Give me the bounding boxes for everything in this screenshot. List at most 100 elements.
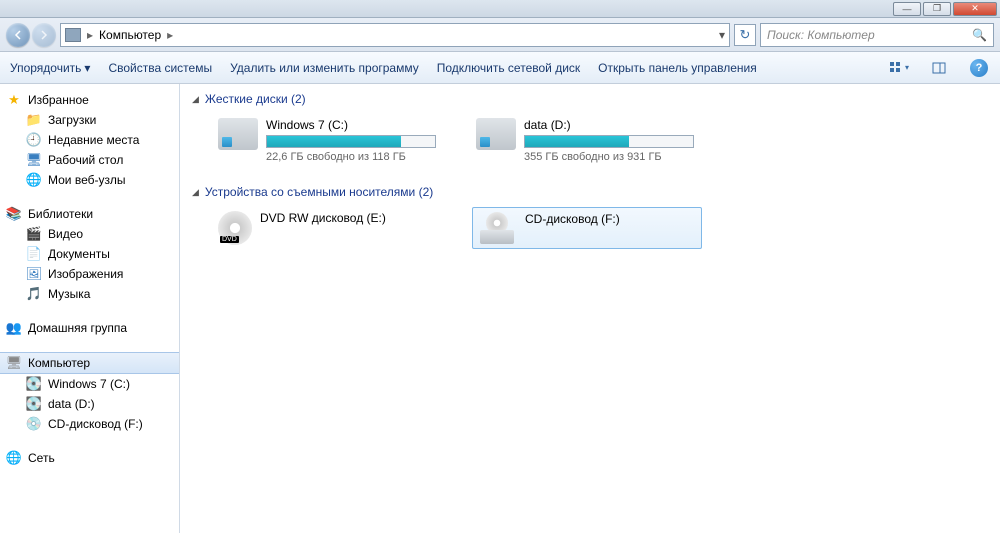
- sidebar-drive-f[interactable]: 💿 CD-дисковод (F:): [0, 414, 179, 434]
- drive-info: CD-дисковод (F:): [525, 212, 697, 229]
- sidebar-libraries-group: 📚Библиотеки 🎬Видео 📄 Документы 🖼 Изображен…: [0, 204, 179, 304]
- view-grid-icon: [889, 61, 903, 75]
- drive-c[interactable]: Windows 7 (C:) 22,6 ГБ свободно из 118 Г…: [214, 114, 444, 167]
- breadcrumb-sep-icon: ▸: [167, 28, 173, 42]
- computer-icon: [65, 28, 81, 42]
- section-hard-disks[interactable]: ◢ Жесткие диски (2): [192, 92, 988, 106]
- title-bar: — ❐ ✕: [0, 0, 1000, 18]
- drive-info: data (D:) 355 ГБ свободно из 931 ГБ: [524, 118, 698, 163]
- drive-name: Windows 7 (C:): [266, 118, 440, 132]
- organize-button[interactable]: Упорядочить ▾: [10, 61, 90, 75]
- breadcrumb-root[interactable]: Компьютер: [99, 28, 161, 42]
- computer-icon: 🖥: [6, 355, 22, 371]
- sidebar-item-label: Мои веб-узлы: [48, 173, 125, 187]
- document-icon: 📄: [26, 246, 42, 262]
- drive-usage-bar: [524, 135, 694, 148]
- search-input[interactable]: Поиск: Компьютер 🔍: [760, 23, 994, 47]
- collapse-icon: ◢: [192, 94, 199, 105]
- sidebar: ★ Избранное 📁 Загрузки 🕘Недавние места 🖥 Ра…: [0, 84, 180, 533]
- sidebar-item-label: Избранное: [28, 93, 89, 107]
- desktop-icon: 🖥: [26, 152, 42, 168]
- drive-name: DVD RW дисковод (E:): [260, 211, 440, 225]
- sidebar-documents[interactable]: 📄 Документы: [0, 244, 179, 264]
- refresh-button[interactable]: ↻: [734, 24, 756, 46]
- sidebar-music[interactable]: 🎵Музыка: [0, 284, 179, 304]
- uninstall-program-button[interactable]: Удалить или изменить программу: [230, 61, 419, 75]
- section-label: Жесткие диски (2): [205, 92, 306, 106]
- arrow-right-icon: [39, 30, 49, 40]
- homegroup-icon: 👥: [6, 320, 22, 336]
- sidebar-drive-d[interactable]: 💽data (D:): [0, 394, 179, 414]
- star-icon: ★: [6, 92, 22, 108]
- drive-f[interactable]: CD-дисковод (F:): [472, 207, 702, 249]
- globe-icon: 🌐: [26, 172, 42, 188]
- address-bar[interactable]: ▸ Компьютер ▸ ▾: [60, 23, 730, 47]
- removable-row: DVD DVD RW дисковод (E:) CD-дисковод (F:…: [214, 207, 988, 249]
- drive-free-text: 355 ГБ свободно из 931 ГБ: [524, 151, 698, 163]
- sidebar-network-group: 🌐Сеть: [0, 448, 179, 468]
- sidebar-desktop[interactable]: 🖥 Рабочий стол: [0, 150, 179, 170]
- cd-drive-icon: [477, 212, 517, 244]
- sidebar-item-label: Музыка: [48, 287, 90, 301]
- help-icon: ?: [970, 59, 988, 77]
- sidebar-item-label: Рабочий стол: [48, 153, 123, 167]
- dvd-icon: DVD: [218, 211, 252, 245]
- hard-drive-icon: [218, 118, 258, 150]
- sidebar-video[interactable]: 🎬Видео: [0, 224, 179, 244]
- help-button[interactable]: ?: [968, 57, 990, 79]
- cd-icon: 💿: [26, 416, 42, 432]
- sidebar-downloads[interactable]: 📁 Загрузки: [0, 110, 179, 130]
- sidebar-item-label: Загрузки: [48, 113, 96, 127]
- forward-button[interactable]: [32, 23, 56, 47]
- chevron-down-icon: ▾: [84, 61, 90, 75]
- toolbar: Упорядочить ▾ Свойства системы Удалить и…: [0, 52, 1000, 84]
- drive-info: DVD RW дисковод (E:): [260, 211, 440, 228]
- sidebar-libraries[interactable]: 📚Библиотеки: [0, 204, 179, 224]
- drive-d[interactable]: data (D:) 355 ГБ свободно из 931 ГБ: [472, 114, 702, 167]
- hard-disks-row: Windows 7 (C:) 22,6 ГБ свободно из 118 Г…: [214, 114, 988, 167]
- collapse-icon: ◢: [192, 187, 199, 198]
- drive-fill: [525, 136, 629, 147]
- sidebar-item-label: Документы: [48, 247, 110, 261]
- minimize-button[interactable]: —: [893, 2, 921, 16]
- sidebar-drive-c[interactable]: 💽Windows 7 (C:): [0, 374, 179, 394]
- control-panel-button[interactable]: Открыть панель управления: [598, 61, 757, 75]
- preview-pane-button[interactable]: [928, 57, 950, 79]
- system-properties-button[interactable]: Свойства системы: [108, 61, 212, 75]
- drive-e[interactable]: DVD DVD RW дисковод (E:): [214, 207, 444, 249]
- section-removable[interactable]: ◢ Устройства со съемными носителями (2): [192, 185, 988, 199]
- sidebar-item-label: CD-дисковод (F:): [48, 417, 143, 431]
- sidebar-network[interactable]: 🌐Сеть: [0, 448, 179, 468]
- content-area: ◢ Жесткие диски (2) Windows 7 (C:) 22,6 …: [180, 84, 1000, 533]
- image-icon: 🖼: [26, 266, 42, 282]
- close-button[interactable]: ✕: [953, 2, 997, 16]
- section-label: Устройства со съемными носителями (2): [205, 185, 433, 199]
- sidebar-websites[interactable]: 🌐 Мои веб-узлы: [0, 170, 179, 190]
- address-row: ▸ Компьютер ▸ ▾ ↻ Поиск: Компьютер 🔍: [0, 18, 1000, 52]
- cd-base-icon: [480, 230, 514, 244]
- sidebar-item-label: Домашняя группа: [28, 321, 127, 335]
- recent-icon: 🕘: [26, 132, 42, 148]
- sidebar-homegroup-group: 👥 Домашняя группа: [0, 318, 179, 338]
- maximize-button[interactable]: ❐: [923, 2, 951, 16]
- folder-icon: 📁: [26, 112, 42, 128]
- addr-dropdown-icon[interactable]: ▾: [719, 28, 725, 42]
- drive-info: Windows 7 (C:) 22,6 ГБ свободно из 118 Г…: [266, 118, 440, 163]
- sidebar-item-label: Библиотеки: [28, 207, 93, 221]
- hard-drive-icon: [476, 118, 516, 150]
- sidebar-recent[interactable]: 🕘Недавние места: [0, 130, 179, 150]
- sidebar-item-label: Изображения: [48, 267, 123, 281]
- sidebar-homegroup[interactable]: 👥 Домашняя группа: [0, 318, 179, 338]
- sidebar-pictures[interactable]: 🖼 Изображения: [0, 264, 179, 284]
- back-button[interactable]: [6, 23, 30, 47]
- nav-arrows: [6, 23, 56, 47]
- sidebar-computer[interactable]: 🖥Компьютер: [0, 352, 179, 374]
- drive-fill: [267, 136, 401, 147]
- film-icon: 🎬: [26, 226, 42, 242]
- sidebar-favorites[interactable]: ★ Избранное: [0, 90, 179, 110]
- drive-free-text: 22,6 ГБ свободно из 118 ГБ: [266, 151, 440, 163]
- sidebar-computer-group: 🖥Компьютер 💽Windows 7 (C:) 💽data (D:) 💿 C…: [0, 352, 179, 434]
- map-network-drive-button[interactable]: Подключить сетевой диск: [437, 61, 580, 75]
- sidebar-item-label: Windows 7 (C:): [48, 377, 130, 391]
- view-options-button[interactable]: ▾: [888, 57, 910, 79]
